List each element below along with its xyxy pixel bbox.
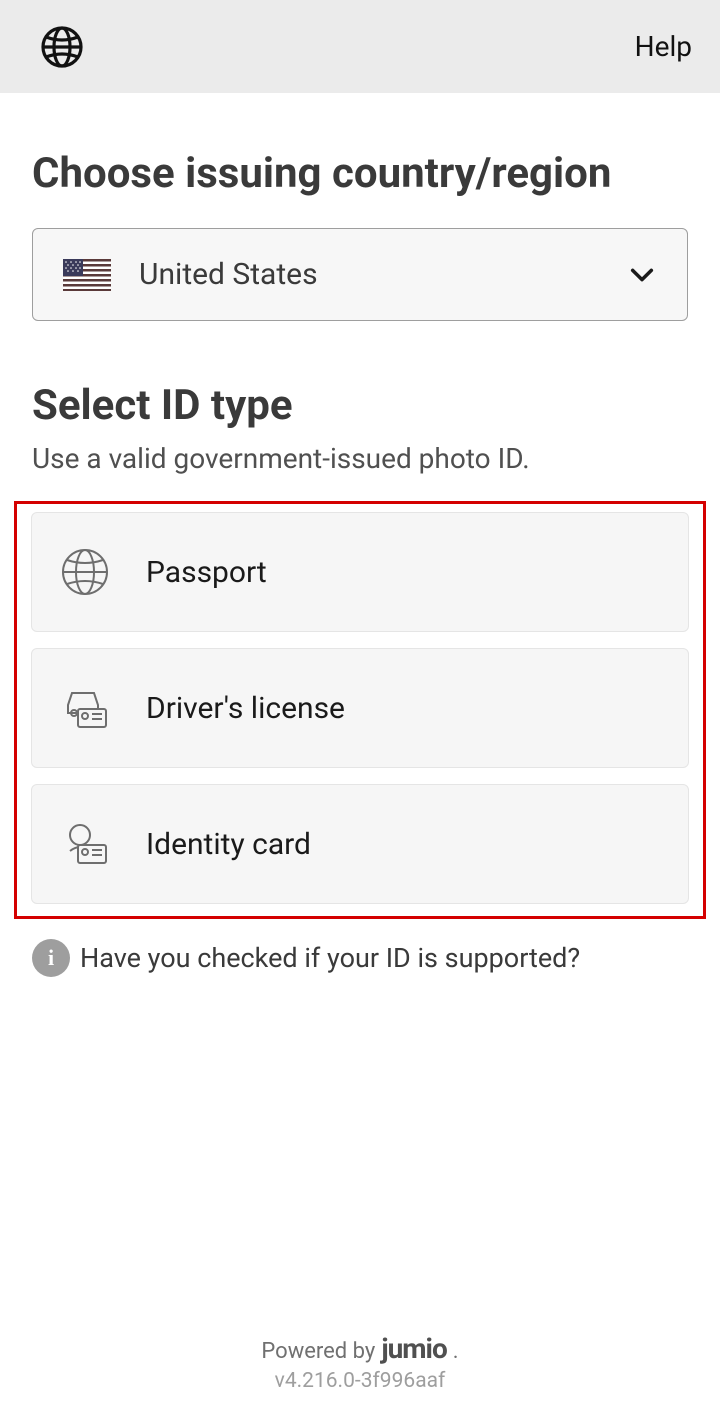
us-flag-icon — [63, 259, 111, 291]
help-link[interactable]: Help — [635, 30, 692, 63]
id-option-label: Identity card — [146, 827, 311, 862]
powered-by-label: Powered by — [261, 1339, 375, 1364]
id-supported-text: Have you checked if your ID is supported… — [80, 942, 580, 974]
id-type-heading: Select ID type — [32, 381, 688, 430]
selected-country-label: United States — [139, 257, 627, 292]
drivers-license-icon — [60, 683, 110, 733]
country-heading: Choose issuing country/region — [32, 149, 688, 198]
powered-by: Powered by jumio. — [261, 1332, 458, 1365]
footer: Powered by jumio. v4.216.0-3f996aaf — [0, 1332, 720, 1421]
id-option-label: Passport — [146, 555, 267, 590]
id-supported-info[interactable]: i Have you checked if your ID is support… — [32, 939, 688, 977]
main-content: Choose issuing country/region — [0, 93, 720, 1332]
language-globe-icon[interactable] — [40, 25, 84, 69]
jumio-logo: jumio — [381, 1332, 446, 1365]
passport-icon — [60, 547, 110, 597]
id-option-passport[interactable]: Passport — [31, 512, 689, 632]
id-type-list: Passport Driver's license — [14, 501, 706, 919]
identity-card-icon — [60, 819, 110, 869]
app-header: Help — [0, 0, 720, 93]
id-type-subtext: Use a valid government-issued photo ID. — [32, 442, 688, 475]
version-text: v4.216.0-3f996aaf — [0, 1369, 720, 1393]
id-option-label: Driver's license — [146, 691, 345, 726]
chevron-down-icon — [627, 260, 657, 290]
country-selector[interactable]: United States — [32, 228, 688, 321]
info-icon: i — [32, 939, 70, 977]
id-option-drivers-license[interactable]: Driver's license — [31, 648, 689, 768]
id-option-identity-card[interactable]: Identity card — [31, 784, 689, 904]
